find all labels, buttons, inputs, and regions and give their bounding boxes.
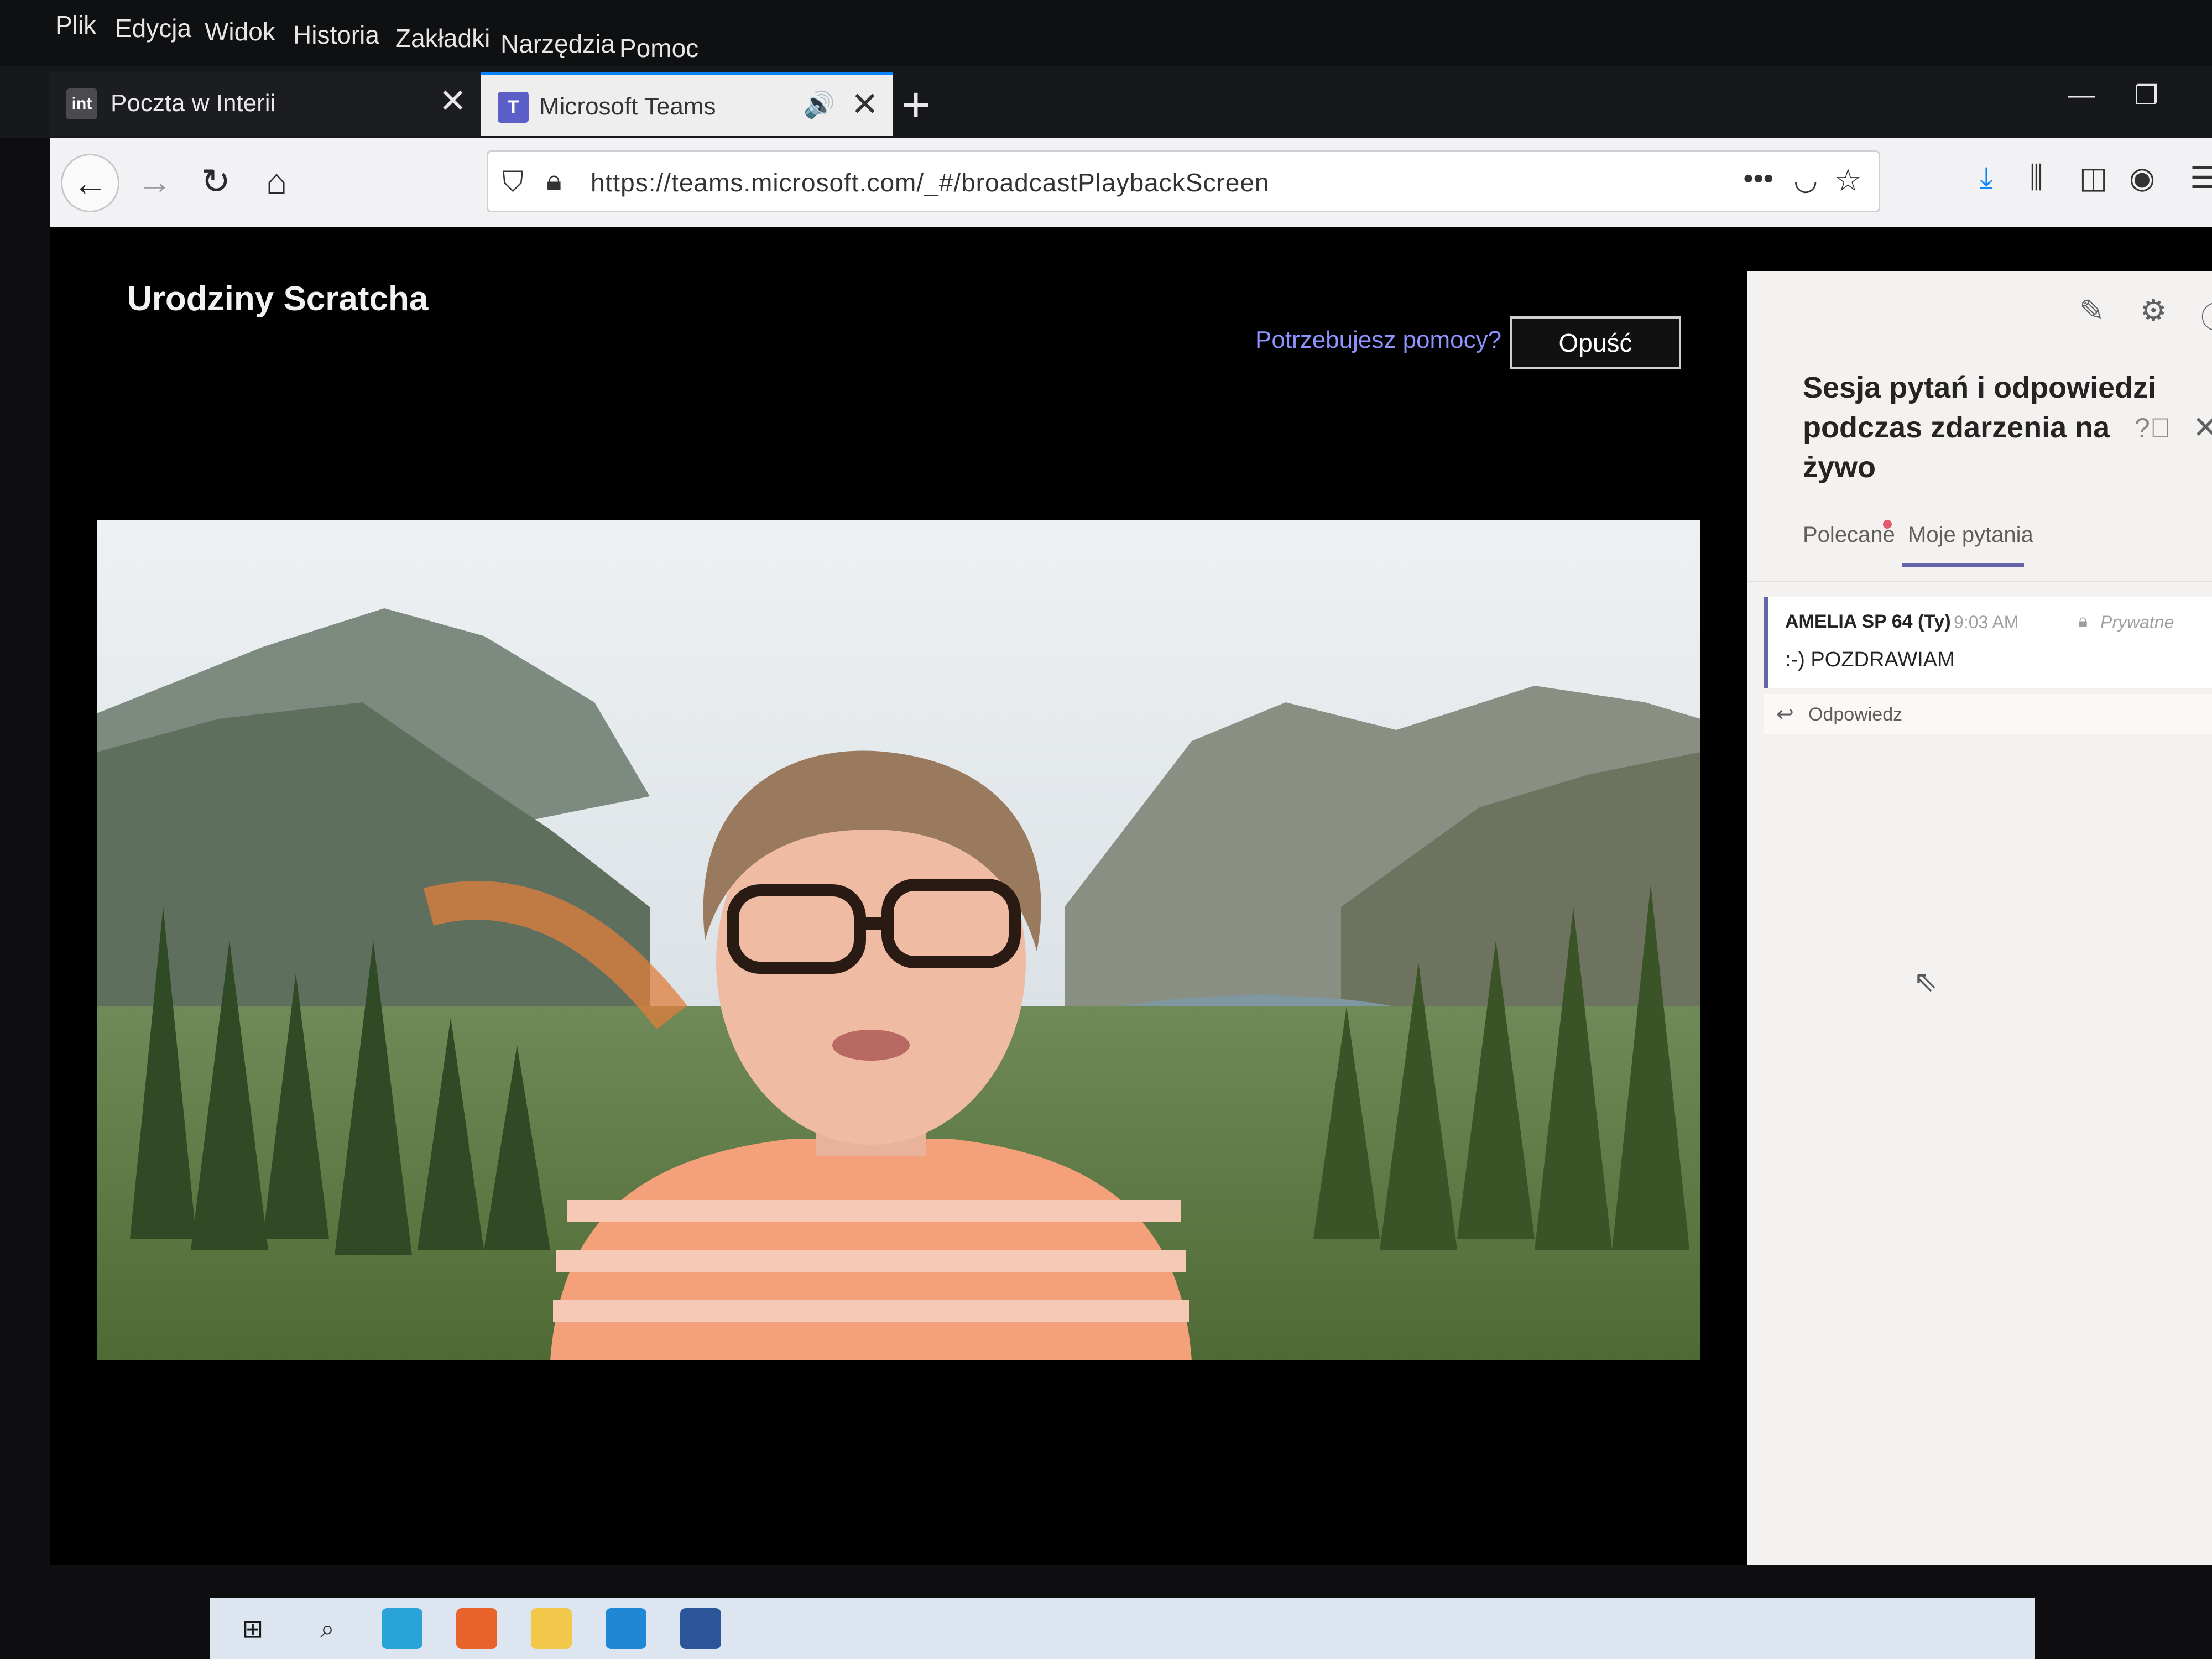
interia-favicon-icon: int [66,88,97,119]
tab-title: Poczta w Interii [111,90,276,117]
help-link[interactable]: Potrzebujesz pomocy? [1255,326,1501,354]
search-icon[interactable]: ⌕ [307,1608,348,1649]
unread-dot [1883,520,1892,529]
teams-favicon-icon: T [498,92,529,123]
windows-taskbar: ⊞ ⌕ [210,1598,2035,1659]
question-card[interactable]: AMELIA SP 64 (Ty) 9:03 AM 🔒︎ Prywatne :-… [1764,597,2212,688]
new-tab-button[interactable]: + [901,77,931,133]
pocket-icon[interactable]: ◡ [1793,164,1818,196]
qa-ask-icon[interactable]: ✎ [2079,293,2104,328]
download-icon[interactable]: ⤓ [1980,160,1993,195]
star-icon[interactable]: ☆ [1834,162,1862,199]
word-icon[interactable] [680,1608,721,1649]
question-author: AMELIA SP 64 (Ty) [1785,611,1951,632]
navigation-toolbar: ← → ↻ ⌂ ⛉ 🔒︎ https://teams.microsoft.com… [50,138,2212,227]
sidebar-icon[interactable]: ◫ [2079,160,2107,195]
menu-edycja[interactable]: Edycja [115,13,191,43]
tab-strip: int Poczta w Interii ✕ T Microsoft Teams… [0,66,2212,138]
mouse-cursor-icon: ⇖ [1913,966,1938,998]
video-player[interactable] [97,520,1700,1360]
close-tab-icon[interactable]: ✕ [439,82,467,121]
question-text: :-) POZDRAWIAM [1785,648,1955,671]
shield-icon[interactable]: ⛉ [502,165,524,199]
back-button[interactable]: ← [61,154,119,212]
menu-zakladki[interactable]: Zakładki [395,23,490,53]
library-icon[interactable]: ⫼ [2030,160,2043,195]
tab-teams[interactable]: T Microsoft Teams 🔊 ✕ [481,72,893,136]
help-icon[interactable]: ?⃝ [2135,412,2171,444]
page-actions-icon[interactable]: ••• [1743,162,1773,195]
speaker-icon[interactable]: 🔊 [804,90,835,120]
question-time: 9:03 AM [1954,612,2019,632]
active-tab-indicator [1902,563,2024,567]
teams-broadcast-page: Urodziny Scratcha Potrzebujesz pomocy? O… [50,227,2212,1565]
account-icon[interactable]: ◉ [2129,160,2155,195]
minimize-icon[interactable]: — [2068,80,2095,110]
menu-narzedzia[interactable]: Narzędzia [500,29,615,59]
url-text[interactable]: https://teams.microsoft.com/_#/broadcast… [591,168,1270,197]
forward-button[interactable]: → [127,154,182,209]
app-icon[interactable] [606,1608,646,1649]
menu-historia[interactable]: Historia [293,20,379,50]
address-bar[interactable]: ⛉ 🔒︎ https://teams.microsoft.com/_#/broa… [487,150,1880,212]
close-tab-icon[interactable]: ✕ [851,85,879,124]
hamburger-menu-icon[interactable]: ☰ [2190,160,2212,195]
presenter-mouth [832,1030,910,1061]
tab-title: Microsoft Teams [539,93,716,120]
reply-label: Odpowiedz [1808,704,1903,725]
menu-widok[interactable]: Widok [205,17,275,46]
restore-icon[interactable]: ❐ [2135,80,2158,111]
edge-icon[interactable] [382,1608,422,1649]
tab-poczta[interactable]: int Poczta w Interii ✕ [50,72,481,136]
close-icon[interactable]: ✕ [2193,409,2212,446]
reload-button[interactable]: ↻ [188,154,243,209]
leave-button[interactable]: Opuść [1510,316,1681,369]
lock-icon: 🔒︎ [2078,611,2088,630]
reply-icon: ↩ [1776,703,1794,726]
file-explorer-icon[interactable] [531,1608,572,1649]
tab-featured[interactable]: Polecane [1803,523,1895,547]
visibility-label: Prywatne [2100,612,2174,632]
qa-panel: ✎ ⚙ ⓘ Sesja pytań i odpowiedzi podczas z… [1747,271,2212,1565]
video-frame [97,520,1700,1360]
menu-plik[interactable]: Plik [55,10,96,40]
lock-icon[interactable]: 🔒︎ [546,164,562,198]
qa-info-icon[interactable]: ⓘ [2201,293,2212,337]
reply-button[interactable]: ↩ Odpowiedz [1764,694,2212,734]
qa-title: Sesja pytań i odpowiedzi podczas zdarzen… [1803,371,2157,484]
qa-settings-icon[interactable]: ⚙ [2140,293,2167,328]
windows-start-icon[interactable]: ⊞ [232,1608,273,1649]
menu-pomoc[interactable]: Pomoc [619,33,698,63]
event-title: Urodziny Scratcha [127,280,429,318]
home-button[interactable]: ⌂ [249,154,304,209]
tab-my-questions[interactable]: Moje pytania [1908,523,2033,547]
divider [1747,581,2212,582]
menubar: Plik Edycja Widok Historia Zakładki Narz… [0,0,2212,66]
firefox-icon[interactable] [456,1608,497,1649]
